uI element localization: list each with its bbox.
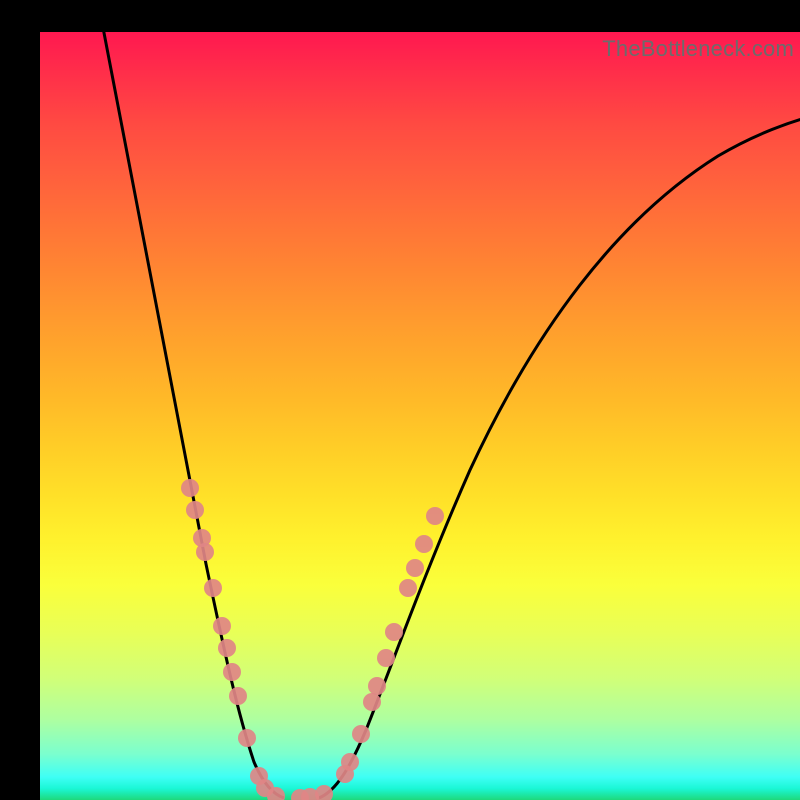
data-point (426, 507, 444, 525)
data-point (415, 535, 433, 553)
right-dots-group (291, 507, 444, 800)
chart-svg (40, 32, 800, 800)
right-curve (319, 114, 800, 798)
data-point (223, 663, 241, 681)
data-point (218, 639, 236, 657)
left-dots-group (181, 479, 285, 800)
data-point (204, 579, 222, 597)
data-point (352, 725, 370, 743)
data-point (363, 693, 381, 711)
data-point (399, 579, 417, 597)
plot-area: TheBottleneck.com (40, 32, 800, 800)
data-point (238, 729, 256, 747)
data-point (385, 623, 403, 641)
data-point (213, 617, 231, 635)
data-point (186, 501, 204, 519)
chart-frame: TheBottleneck.com (0, 0, 800, 800)
data-point (377, 649, 395, 667)
data-point (196, 543, 214, 561)
left-curve (100, 32, 284, 798)
data-point (368, 677, 386, 695)
data-point (229, 687, 247, 705)
data-point (406, 559, 424, 577)
data-point (341, 753, 359, 771)
data-point (181, 479, 199, 497)
data-point (315, 785, 333, 800)
